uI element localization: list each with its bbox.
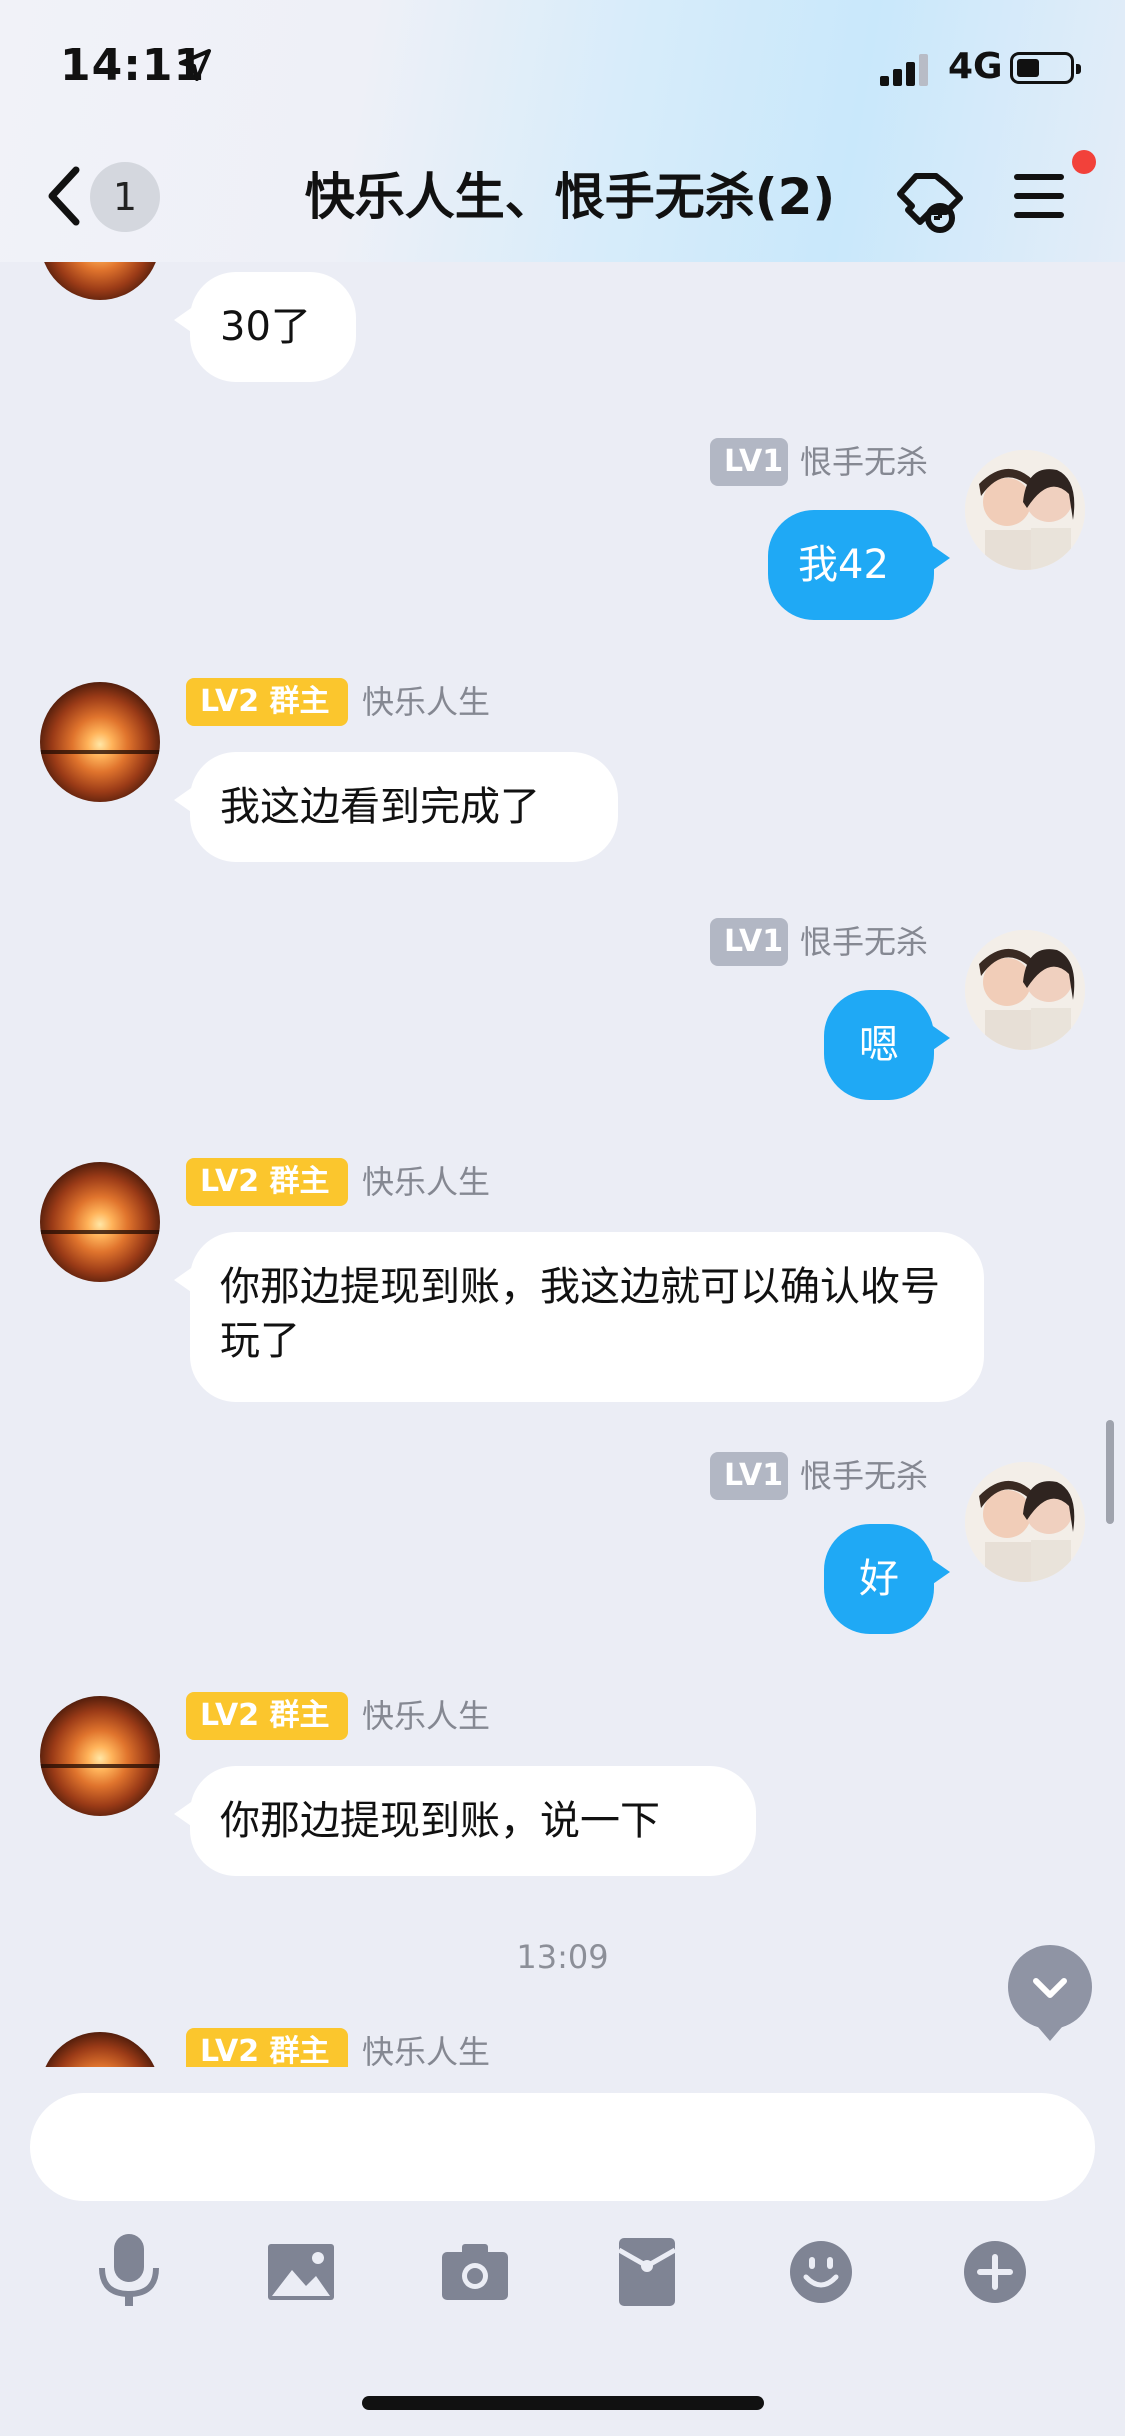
network-type: 4G (948, 46, 1003, 87)
sender-name: 快乐人生 (362, 2033, 491, 2067)
chevron-down-icon (1033, 1978, 1067, 1998)
camera-icon (442, 2244, 508, 2300)
image-icon (268, 2244, 334, 2300)
kids-photo-icon (965, 450, 1085, 570)
image-button[interactable] (256, 2227, 346, 2317)
kids-photo-icon (965, 930, 1085, 1050)
avatar-henshou-wusha[interactable] (965, 450, 1085, 570)
message-bubble[interactable]: 你那边提现到账，我这边就可以确认收号玩了 (174, 1232, 984, 1402)
owner-level-badge: LV2 群主 (186, 1692, 348, 1740)
location-arrow-icon (179, 49, 211, 81)
red-packet-button[interactable] (602, 2227, 692, 2317)
sender-name: 恨手无杀 (800, 923, 929, 961)
emoji-button[interactable] (776, 2227, 866, 2317)
owner-level-badge: LV2 群主 (186, 678, 348, 726)
sender-name: 恨手无杀 (800, 1457, 929, 1495)
sender-name: 快乐人生 (362, 1697, 491, 1735)
unread-count-badge[interactable]: 1 (90, 162, 160, 232)
owner-level-badge: LV2 群主 (186, 1158, 348, 1206)
sender-name: 恨手无杀 (800, 443, 929, 481)
message-input[interactable] (30, 2093, 1095, 2201)
plus-icon (964, 2241, 1026, 2303)
message-bubble[interactable]: 嗯 (824, 990, 950, 1100)
composer-area (0, 2067, 1125, 2436)
group-hand-icon[interactable] (890, 160, 970, 240)
time-separator: 13:09 (516, 1938, 609, 1976)
level-label: LV2 (200, 684, 260, 719)
menu-button[interactable] (1010, 168, 1070, 224)
camera-button[interactable] (430, 2227, 520, 2317)
level-badge: LV1 (710, 918, 788, 966)
level-badge: LV1 (710, 1452, 788, 1500)
message-bubble[interactable]: 好 (824, 1524, 950, 1634)
emoji-icon (790, 2241, 852, 2303)
microphone-icon (99, 2234, 159, 2306)
level-badge: LV1 (710, 438, 788, 486)
owner-level-badge: LV2 群主 (186, 2028, 348, 2067)
avatar-kuaile-rensheng[interactable] (40, 262, 160, 300)
sender-name: 快乐人生 (362, 683, 491, 721)
red-packet-icon (617, 2238, 677, 2306)
microphone-button[interactable] (84, 2227, 174, 2317)
plus-button[interactable] (950, 2227, 1040, 2317)
chat-area[interactable]: 30了 LV1 恨手无杀 我42 LV2 群主 快乐人生 我这边看到完成了 LV… (0, 262, 1125, 2067)
home-indicator[interactable] (362, 2396, 764, 2410)
sender-name: 快乐人生 (362, 1163, 491, 1201)
scroll-to-bottom-button[interactable] (1008, 1945, 1092, 2041)
avatar-kuaile-rensheng[interactable] (40, 1696, 160, 1816)
notification-dot (1072, 150, 1096, 174)
message-bubble[interactable]: 我这边看到完成了 (174, 752, 618, 862)
level-label: LV2 (200, 1698, 260, 1733)
kids-photo-icon (965, 1462, 1085, 1582)
message-bubble[interactable]: 我42 (768, 510, 950, 620)
role-label: 群主 (269, 1164, 330, 1199)
back-chevron-icon[interactable] (40, 160, 90, 232)
message-bubble[interactable]: 30了 (174, 272, 356, 382)
signal-icon (880, 52, 934, 86)
level-label: LV2 (200, 1164, 260, 1199)
role-label: 群主 (269, 1698, 330, 1733)
avatar-kuaile-rensheng[interactable] (40, 1162, 160, 1282)
chat-title: 快乐人生、恨手无杀(2) (304, 168, 836, 226)
top-bar: 14:11 4G 1 快乐人生、恨手无杀(2) (0, 0, 1125, 262)
message-bubble[interactable]: 你那边提现到账，说一下 (174, 1766, 756, 1876)
battery-icon (1010, 52, 1081, 84)
avatar-kuaile-rensheng[interactable] (40, 2032, 160, 2067)
avatar-kuaile-rensheng[interactable] (40, 682, 160, 802)
avatar-henshou-wusha[interactable] (965, 1462, 1085, 1582)
role-label: 群主 (269, 2034, 330, 2067)
level-label: LV2 (200, 2034, 260, 2067)
avatar-henshou-wusha[interactable] (965, 930, 1085, 1050)
scrollbar[interactable] (1106, 1420, 1114, 1524)
role-label: 群主 (269, 684, 330, 719)
